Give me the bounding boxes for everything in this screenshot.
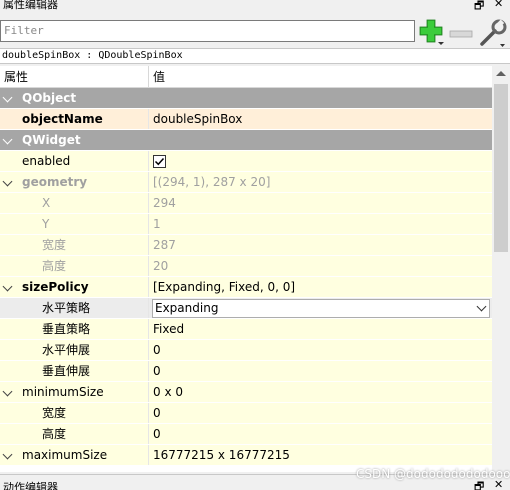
table-header: 属性 值 [0,66,492,88]
property-row-minimumsize[interactable]: minimumSize 0 x 0 [0,382,492,403]
object-class-line: doubleSpinBox : QDoubleSpinBox [0,48,510,64]
scroll-up-arrow-icon[interactable] [496,71,506,76]
property-value: 287 [153,238,176,252]
property-name: 高度 [42,427,67,441]
checkmark-icon [154,157,165,166]
property-table: 属性 值 QObject objectName doubleSpinBox QW… [0,66,492,472]
filter-input[interactable]: Filter [0,20,415,42]
vertical-scrollbar[interactable] [492,66,510,472]
property-name: maximumSize [22,448,108,462]
header-property[interactable]: 属性 [0,66,149,87]
property-row-enabled[interactable]: enabled [0,151,492,172]
expand-arrow-icon[interactable] [2,386,13,397]
select-value: Expanding [155,301,219,315]
property-name: Y [42,217,50,231]
watermark: CSDN @dodododododooo [356,467,510,481]
property-value[interactable]: 16777215 x 16777215 [153,448,290,462]
property-row-horizontal-policy[interactable]: 水平策略 Expanding [0,298,492,319]
property-name: sizePolicy [22,280,89,294]
expand-arrow-icon[interactable] [2,134,13,145]
property-name: geometry [22,175,88,189]
group-row-qobject[interactable]: QObject [0,88,492,109]
remove-dynamic-property-button[interactable] [449,27,473,38]
property-name: QObject [22,91,77,105]
property-value[interactable]: 0 x 0 [153,385,183,399]
property-name: X [42,196,51,210]
action-editor-title: 动作编辑器 [3,481,58,490]
property-value[interactable]: 0 [153,427,161,441]
property-value[interactable]: 0 [153,343,161,357]
property-name: 宽度 [42,406,67,420]
property-editor-title: 属性编辑器 [3,0,58,11]
property-row-sizepolicy[interactable]: sizePolicy [Expanding, Fixed, 0, 0] [0,277,492,298]
expand-arrow-icon[interactable] [2,281,13,292]
configure-button[interactable] [478,18,508,48]
property-row-horizontal-stretch[interactable]: 水平伸展 0 [0,340,492,361]
group-row-qwidget[interactable]: QWidget [0,130,492,151]
property-value[interactable]: 0 [153,406,161,420]
property-name: objectName [22,112,103,126]
minus-icon [449,30,473,38]
float-button[interactable]: 🗗 [474,0,484,12]
property-name: 水平伸展 [42,343,91,357]
close-button[interactable]: ✕ [494,0,503,10]
property-value: [(294, 1), 287 x 20] [153,175,271,189]
property-row-vertical-policy[interactable]: 垂直策略 Fixed [0,319,492,340]
property-row-objectname[interactable]: objectName doubleSpinBox [0,109,492,130]
plus-icon [419,19,444,45]
property-name: enabled [22,154,71,168]
property-name: 垂直伸展 [42,364,91,378]
add-dynamic-property-button[interactable] [418,18,446,46]
property-name: 高度 [42,259,67,273]
scrollbar-thumb[interactable] [494,84,508,252]
property-value: 294 [153,196,176,210]
header-value[interactable]: 值 [149,66,165,87]
property-row-min-width[interactable]: 宽度 0 [0,403,492,424]
expand-arrow-icon[interactable] [2,176,13,187]
property-value: 1 [153,217,161,231]
property-name: 垂直策略 [42,322,91,336]
property-row-y[interactable]: Y 1 [0,214,492,235]
expand-arrow-icon[interactable] [2,449,13,460]
enabled-checkbox[interactable] [153,155,166,168]
chevron-down-icon [476,301,487,312]
property-name: minimumSize [22,385,104,399]
property-row-width[interactable]: 宽度 287 [0,235,492,256]
toolbar: Filter [0,12,510,48]
property-row-height[interactable]: 高度 20 [0,256,492,277]
property-name: 宽度 [42,238,67,252]
horizontal-policy-select[interactable]: Expanding [152,299,490,318]
expand-arrow-icon[interactable] [2,92,13,103]
property-row-maximumsize[interactable]: maximumSize 16777215 x 16777215 [0,445,492,466]
property-editor-titlebar: 属性编辑器 🗗 ✕ [0,0,510,12]
property-row-vertical-stretch[interactable]: 垂直伸展 0 [0,361,492,382]
property-row-geometry[interactable]: geometry [(294, 1), 287 x 20] [0,172,492,193]
property-value[interactable]: [Expanding, Fixed, 0, 0] [153,280,295,294]
property-value[interactable]: Fixed [153,322,184,336]
property-value[interactable]: doubleSpinBox [153,112,242,126]
property-name: 水平策略 [42,301,91,315]
property-name: QWidget [22,133,81,147]
property-row-min-height[interactable]: 高度 0 [0,424,492,445]
property-row-x[interactable]: X 294 [0,193,492,214]
property-value: 20 [153,259,169,273]
property-value[interactable]: 0 [153,364,161,378]
wrench-icon [480,19,507,47]
